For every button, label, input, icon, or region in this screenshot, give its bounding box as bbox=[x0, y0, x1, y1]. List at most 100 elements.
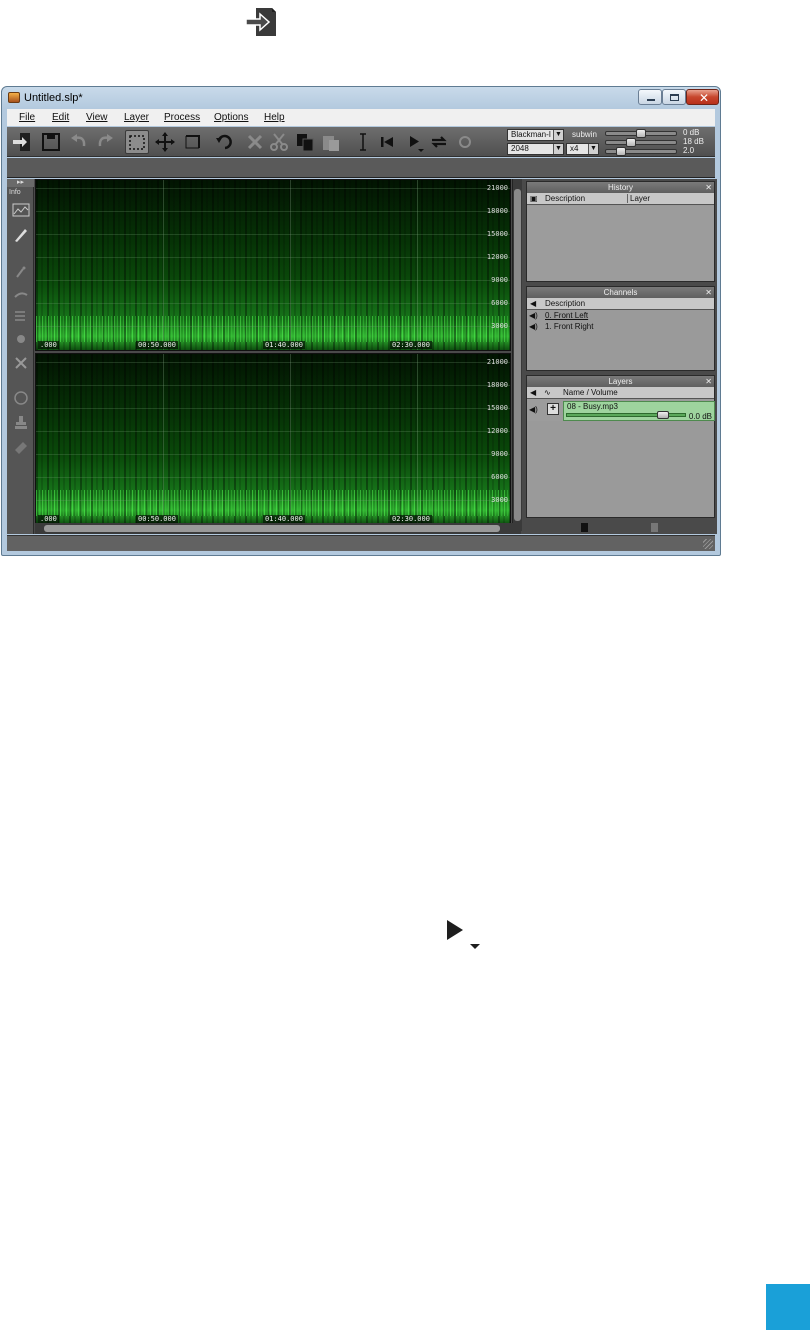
channel-row[interactable]: ◀) 1. Front Right bbox=[527, 321, 714, 332]
spectrogram-view[interactable]: 21000 18000 15000 12000 9000 6000 3000 .… bbox=[35, 179, 511, 531]
window-function-select[interactable]: Blackman-I ▼ bbox=[507, 129, 564, 141]
save-icon[interactable] bbox=[39, 130, 63, 154]
gain-slider-thumb[interactable] bbox=[636, 129, 646, 138]
circle-tool-icon[interactable] bbox=[11, 389, 31, 407]
horizontal-scrollbar[interactable] bbox=[35, 523, 521, 534]
play-dropdown-icon bbox=[444, 918, 486, 954]
maximize-button[interactable] bbox=[662, 89, 686, 105]
time-tick-label: 02:30.000 bbox=[390, 515, 432, 523]
time-gridline bbox=[163, 354, 164, 524]
move-tool-icon[interactable] bbox=[153, 130, 177, 154]
history-col-layer[interactable]: Layer bbox=[627, 194, 650, 203]
resize-grip-icon[interactable] bbox=[703, 539, 713, 549]
scroll-thumb[interactable] bbox=[44, 525, 500, 532]
speaker-icon[interactable]: ◀) bbox=[529, 311, 538, 320]
layer-row[interactable]: ◀) + 08 - Busy.mp3 0.0 dB bbox=[527, 399, 715, 421]
undo-icon[interactable] bbox=[67, 130, 91, 154]
expand-panel-icon[interactable]: ▸▸ bbox=[7, 179, 34, 187]
brush-tool-icon[interactable] bbox=[11, 225, 31, 243]
window-title: Untitled.slp* bbox=[24, 92, 83, 104]
freq-tick-label: 12000 bbox=[486, 253, 508, 261]
spectrogram-channel-front-right[interactable]: 21000 18000 15000 12000 9000 6000 3000 .… bbox=[35, 353, 511, 525]
delete-icon[interactable] bbox=[243, 130, 267, 154]
freq-tick-label: 21000 bbox=[486, 358, 508, 366]
freq-gridline bbox=[36, 408, 510, 409]
delete-layer-icon[interactable] bbox=[651, 523, 658, 532]
record-icon[interactable] bbox=[453, 130, 477, 154]
history-col-description[interactable]: Description bbox=[545, 194, 585, 203]
eraser-tool-icon[interactable] bbox=[11, 437, 31, 455]
channel-row[interactable]: ◀) 0. Front Left bbox=[527, 310, 714, 321]
close-icon[interactable]: ✕ bbox=[705, 376, 712, 387]
speaker-icon[interactable]: ◀) bbox=[529, 405, 538, 414]
burst-tool-icon[interactable] bbox=[11, 353, 31, 371]
close-button[interactable]: ✕ bbox=[686, 89, 719, 105]
channels-header: ◀ Description bbox=[527, 298, 714, 310]
select-tool-icon[interactable] bbox=[125, 130, 149, 154]
layer-volume-slider[interactable] bbox=[566, 411, 686, 419]
dock-footer bbox=[526, 522, 715, 534]
freq-tick-label: 6000 bbox=[491, 299, 508, 307]
layer-volume-thumb[interactable] bbox=[657, 411, 669, 419]
channel-label[interactable]: 1. Front Right bbox=[545, 322, 593, 331]
play-icon[interactable] bbox=[403, 130, 427, 154]
snap-icon[interactable] bbox=[213, 130, 237, 154]
overlap-select[interactable]: x4 ▼ bbox=[566, 143, 599, 155]
freq-tick-label: 18000 bbox=[486, 381, 508, 389]
cursor-tool-icon[interactable] bbox=[351, 130, 375, 154]
fft-size-value: 2048 bbox=[511, 144, 529, 153]
layers-col-name-volume[interactable]: Name / Volume bbox=[563, 388, 618, 397]
subwin-label: subwin bbox=[572, 130, 597, 139]
paste-icon[interactable] bbox=[319, 130, 343, 154]
info-label: Info bbox=[9, 189, 21, 196]
time-tick-label: .000 bbox=[38, 341, 59, 349]
scroll-thumb[interactable] bbox=[514, 189, 521, 521]
crop-tool-icon[interactable] bbox=[181, 130, 205, 154]
channel-label[interactable]: 0. Front Left bbox=[545, 311, 588, 320]
gain-slider[interactable] bbox=[605, 129, 677, 138]
open-icon[interactable] bbox=[11, 130, 35, 154]
line-tool-icon[interactable] bbox=[11, 285, 31, 303]
menu-edit[interactable]: Edit bbox=[52, 112, 69, 123]
harmonic-tool-icon[interactable] bbox=[11, 307, 31, 325]
history-list[interactable] bbox=[527, 206, 714, 281]
menu-help[interactable]: Help bbox=[264, 112, 285, 123]
copy-icon[interactable] bbox=[293, 130, 317, 154]
range-slider-thumb[interactable] bbox=[626, 138, 636, 147]
freq-tick-label: 9000 bbox=[491, 450, 508, 458]
range-slider[interactable] bbox=[605, 138, 677, 147]
stamp-tool-icon[interactable] bbox=[11, 413, 31, 431]
pencil-tool-icon[interactable] bbox=[11, 263, 31, 281]
freq-gridline bbox=[36, 188, 510, 189]
menu-layer[interactable]: Layer bbox=[124, 112, 149, 123]
vertical-scrollbar[interactable] bbox=[512, 179, 522, 531]
gamma-slider[interactable] bbox=[605, 147, 677, 156]
gamma-slider-thumb[interactable] bbox=[616, 147, 626, 156]
channels-col-description[interactable]: Description bbox=[545, 299, 585, 308]
chevron-down-icon: ▼ bbox=[553, 130, 563, 140]
loop-icon[interactable] bbox=[427, 130, 451, 154]
redo-icon[interactable] bbox=[93, 130, 117, 154]
menu-file[interactable]: File bbox=[19, 112, 35, 123]
time-gridline bbox=[417, 180, 418, 350]
channels-title-text: Channels bbox=[603, 288, 638, 297]
workspace: ▸▸ Info 21000 18000 15000 12000 9000 600… bbox=[7, 179, 717, 534]
spectrum-view-icon[interactable] bbox=[11, 201, 31, 219]
new-layer-icon[interactable] bbox=[581, 523, 588, 532]
fft-size-select[interactable]: 2048 ▼ bbox=[507, 143, 564, 155]
cut-icon[interactable] bbox=[267, 130, 291, 154]
speaker-icon[interactable]: ◀) bbox=[529, 322, 538, 331]
freq-gridline bbox=[36, 234, 510, 235]
app-window: Untitled.slp* ✕ File Edit View Layer Pro… bbox=[1, 86, 721, 556]
menu-view[interactable]: View bbox=[86, 112, 108, 123]
spot-tool-icon[interactable] bbox=[11, 329, 31, 347]
rewind-icon[interactable] bbox=[375, 130, 399, 154]
menu-options[interactable]: Options bbox=[214, 112, 248, 123]
close-icon[interactable]: ✕ bbox=[705, 182, 712, 193]
layer-volume-cell[interactable]: 08 - Busy.mp3 0.0 dB bbox=[563, 401, 715, 421]
close-icon[interactable]: ✕ bbox=[705, 287, 712, 298]
spectrogram-channel-front-left[interactable]: 21000 18000 15000 12000 9000 6000 3000 .… bbox=[35, 179, 511, 351]
minimize-button[interactable] bbox=[638, 89, 662, 105]
menu-process[interactable]: Process bbox=[164, 112, 200, 123]
add-layer-icon[interactable]: + bbox=[547, 403, 559, 415]
